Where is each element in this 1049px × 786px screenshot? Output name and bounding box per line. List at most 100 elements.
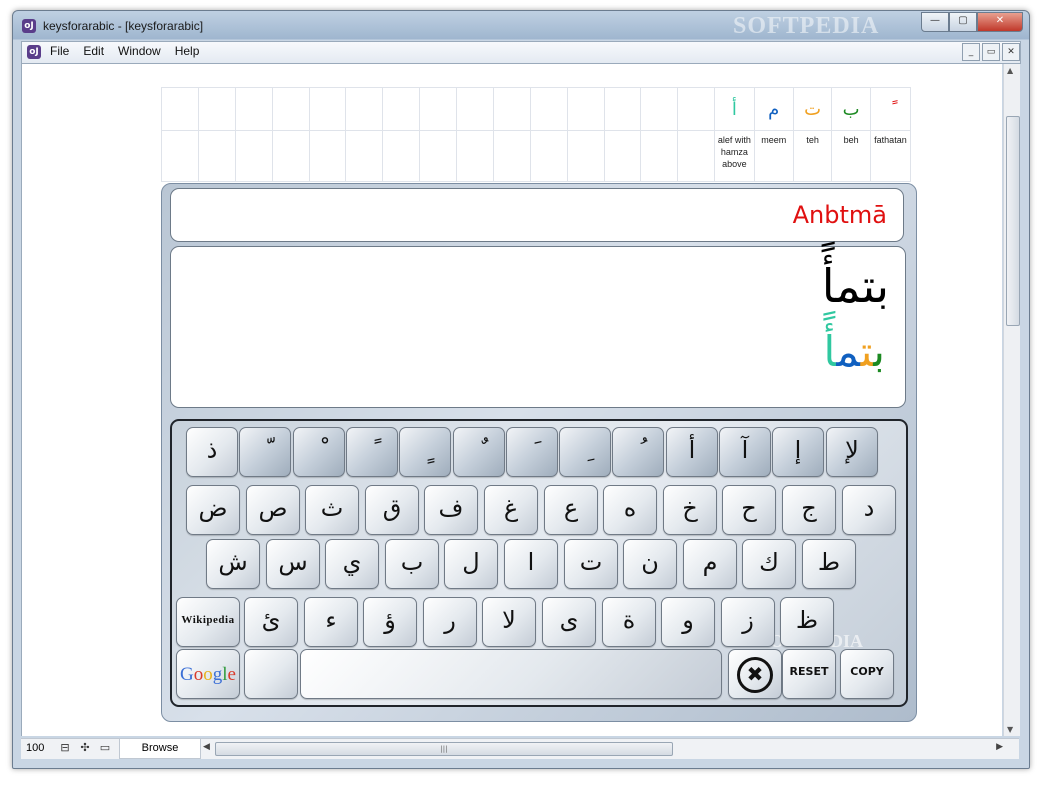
key-row2-10[interactable]: ج [782, 485, 836, 535]
key-row3-9[interactable]: ك [742, 539, 796, 589]
key-row2-1[interactable]: ص [246, 485, 300, 535]
key-row2-0[interactable]: ض [186, 485, 240, 535]
key-row2-5[interactable]: غ [484, 485, 538, 535]
maximize-button[interactable]: ▢ [949, 12, 977, 32]
key-row4-3[interactable]: ر [423, 597, 477, 647]
key-row2-11[interactable]: د [842, 485, 896, 535]
letter-name: fathatan [869, 130, 912, 182]
menu-file[interactable]: File [50, 44, 69, 58]
key-row2-3[interactable]: ق [365, 485, 419, 535]
key-row4-7[interactable]: و [661, 597, 715, 647]
key-row3-3[interactable]: ب [385, 539, 439, 589]
letter-glyph: م [753, 87, 794, 131]
key-row1-12[interactable]: لإ [826, 427, 878, 477]
app-window: oJ keysforarabic - [keysforarabic] SOFTP… [12, 10, 1030, 769]
wikipedia-label: Wikipedia [181, 614, 235, 626]
key-row1-1[interactable]: ّ [239, 427, 291, 477]
scroll-left-arrow[interactable]: ◀ [203, 742, 210, 752]
clear-button[interactable]: ✖ [728, 649, 782, 699]
key-row1-7[interactable]: ِ [559, 427, 611, 477]
menu-window[interactable]: Window [118, 44, 161, 58]
menu-edit[interactable]: Edit [83, 44, 104, 58]
key-row4-6[interactable]: ة [602, 597, 656, 647]
doc-minimize-button[interactable]: _ [962, 43, 980, 61]
tab-browse[interactable]: Browse [119, 739, 201, 759]
reset-button[interactable]: RESET [782, 649, 836, 699]
key-row3-1[interactable]: س [266, 539, 320, 589]
document-area: أ م ت ب ً alef with hamza above meem teh… [21, 64, 1002, 736]
key-row1-4[interactable]: ٍ [399, 427, 451, 477]
doc-restore-button[interactable]: ▭ [982, 43, 1000, 61]
key-row4-9[interactable]: ظ [780, 597, 834, 647]
app-icon[interactable]: oJ [22, 19, 36, 33]
google-label: Google [180, 664, 236, 685]
menu-help[interactable]: Help [175, 44, 200, 58]
key-row1-2[interactable]: ْ [293, 427, 345, 477]
vertical-scrollbar[interactable]: ▲ ▼ [1003, 64, 1020, 736]
letter-glyph: ب [831, 87, 871, 131]
arabic-keyboard: SOFTPEDIA ذًٌٍَُِّْأآإلإضصثقفغعهخحجدشسيب… [170, 419, 908, 707]
zoom-out-icon[interactable]: ⊟ [59, 742, 71, 754]
doc-close-button[interactable]: ✕ [1002, 43, 1020, 61]
status-bar: 100 ⊟ ✣ ▭ Browse ◀ ||| ▶ [21, 738, 1019, 759]
key-row4-5[interactable]: ى [542, 597, 596, 647]
key-row2-7[interactable]: ه [603, 485, 657, 535]
key-row3-7[interactable]: ن [623, 539, 677, 589]
letter-glyph: ت [792, 87, 833, 131]
scroll-right-arrow[interactable]: ▶ [996, 742, 1003, 752]
key-row1-10[interactable]: آ [719, 427, 771, 477]
key-row4-0[interactable]: ئ [244, 597, 298, 647]
key-row1-3[interactable]: ً [346, 427, 398, 477]
horizontal-scrollbar[interactable]: ◀ ||| ▶ [203, 741, 1003, 756]
vertical-scroll-thumb[interactable] [1006, 116, 1020, 326]
scroll-down-arrow[interactable]: ▼ [1007, 725, 1013, 734]
wikipedia-button[interactable]: Wikipedia [176, 597, 240, 647]
key-row3-0[interactable]: ش [206, 539, 260, 589]
key-row1-11[interactable]: إ [772, 427, 824, 477]
colored-output-char: م [836, 327, 861, 376]
letter-glyph: أ [714, 87, 755, 131]
letter-glyph: ً [869, 87, 912, 131]
zoom-in-icon[interactable]: ✣ [79, 742, 91, 754]
minimize-button[interactable]: — [921, 12, 949, 32]
document-icon[interactable]: oJ [27, 45, 41, 59]
key-row2-8[interactable]: خ [663, 485, 717, 535]
arabic-output-text: بتمأً [821, 259, 889, 313]
arabic-output-box[interactable]: بتمأً بتمأً [170, 246, 906, 408]
key-row1-6[interactable]: َ [506, 427, 558, 477]
letter-name: beh [831, 130, 871, 182]
key-row3-8[interactable]: م [683, 539, 737, 589]
key-row1-5[interactable]: ٌ [453, 427, 505, 477]
horizontal-scroll-thumb[interactable]: ||| [215, 742, 673, 756]
title-bar[interactable]: oJ keysforarabic - [keysforarabic] SOFTP… [13, 11, 1029, 41]
key-row1-0[interactable]: ذ [186, 427, 238, 477]
softpedia-watermark: SOFTPEDIA [733, 13, 880, 39]
key-row3-5[interactable]: ا [504, 539, 558, 589]
colored-output-char: أ [823, 327, 837, 376]
key-row4-1[interactable]: ء [304, 597, 358, 647]
google-button[interactable]: Google [176, 649, 240, 699]
key-row3-2[interactable]: ي [325, 539, 379, 589]
key-row1-8[interactable]: ُ [612, 427, 664, 477]
scroll-up-arrow[interactable]: ▲ [1007, 66, 1013, 75]
blank-key[interactable] [244, 649, 298, 699]
space-bar[interactable] [300, 649, 722, 699]
zoom-level[interactable]: 100 [26, 742, 44, 754]
page-view-icon[interactable]: ▭ [99, 742, 111, 754]
key-row4-8[interactable]: ز [721, 597, 775, 647]
key-row3-10[interactable]: ط [802, 539, 856, 589]
keyboard-panel: Anbtmā بتمأً بتمأً SOFTPEDIA ذًٌٍَُِّْأآ… [161, 183, 917, 722]
key-row4-2[interactable]: ؤ [363, 597, 417, 647]
key-row2-4[interactable]: ف [424, 485, 478, 535]
key-row2-6[interactable]: ع [544, 485, 598, 535]
key-row2-9[interactable]: ح [722, 485, 776, 535]
key-row3-4[interactable]: ل [444, 539, 498, 589]
key-row2-2[interactable]: ث [305, 485, 359, 535]
key-row1-9[interactable]: أ [666, 427, 718, 477]
key-row4-4[interactable]: لا [482, 597, 536, 647]
letter-name: teh [792, 130, 833, 182]
close-button[interactable]: ✕ [977, 12, 1023, 32]
window-title: keysforarabic - [keysforarabic] [43, 19, 204, 33]
copy-button[interactable]: COPY [840, 649, 894, 699]
key-row3-6[interactable]: ت [564, 539, 618, 589]
